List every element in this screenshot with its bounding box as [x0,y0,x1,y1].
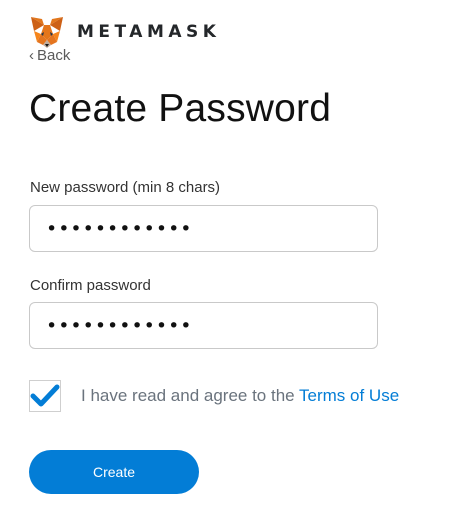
metamask-fox-icon [31,17,63,48]
terms-prefix: I have read and agree to the [81,386,300,405]
brand-wordmark: METAMASK [77,22,221,42]
create-button[interactable]: Create [29,450,199,494]
chevron-left-icon: ‹ [29,47,34,64]
terms-of-use-link[interactable]: Terms of Use [299,386,399,405]
terms-checkbox[interactable] [29,380,61,412]
terms-row: I have read and agree to the Terms of Us… [29,380,399,412]
new-password-input[interactable] [29,205,378,252]
brand-header: METAMASK [29,14,220,50]
confirm-password-input[interactable] [29,302,378,349]
page-title: Create Password [29,87,332,130]
new-password-label: New password (min 8 chars) [30,179,221,196]
checkmark-icon [30,384,60,407]
confirm-password-label: Confirm password [30,277,151,294]
back-label: Back [37,47,71,64]
terms-text: I have read and agree to the Terms of Us… [81,386,399,406]
back-link[interactable]: ‹ Back [29,47,70,64]
